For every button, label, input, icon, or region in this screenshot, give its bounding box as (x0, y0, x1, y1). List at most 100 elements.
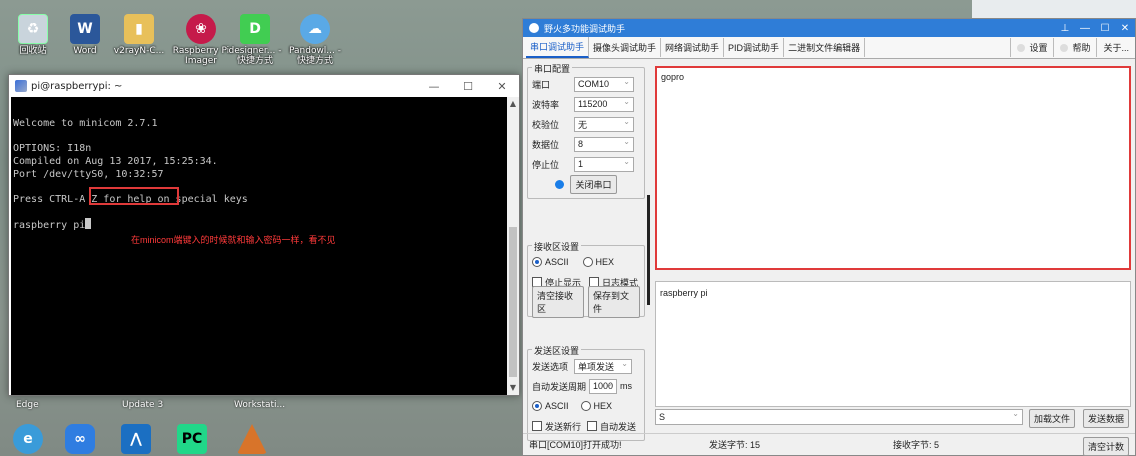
raspberry-pi-icon: ❀ (186, 14, 216, 44)
scrollbar-thumb[interactable] (509, 227, 517, 377)
desktop-icon-pandownload[interactable]: ☁ Pandowl... - 快捷方式 (284, 14, 346, 66)
app-title-bar[interactable]: 野火多功能调试助手 ⊥ — ☐ ✕ (523, 19, 1135, 37)
terminal-line-options: OPTIONS: I18n (13, 143, 92, 154)
receive-actions-row: 清空接收区 保存到文件 (532, 286, 640, 318)
send-option-select[interactable]: 单项发送 (574, 358, 632, 374)
receive-ascii-label: ASCII (545, 257, 569, 267)
send-data-button[interactable]: 发送数据 (1083, 409, 1130, 428)
settings-button[interactable]: 设置 (1010, 38, 1053, 57)
clear-count-button[interactable]: 清空计数 (1082, 437, 1129, 456)
desktop-icon-label: Word (73, 46, 97, 56)
port-label: 端口 (532, 79, 551, 90)
about-button[interactable]: 关于... (1096, 38, 1135, 57)
desktop-label-workstation[interactable]: Workstati... (234, 400, 285, 410)
desktop-label-edge[interactable]: Edge (16, 400, 39, 410)
terminal-scrollbar[interactable]: ▲ ▼ (507, 97, 519, 395)
terminal-line-help: Press CTRL-A Z for help on special keys (13, 194, 248, 205)
clear-receive-button[interactable]: 清空接收区 (532, 286, 584, 318)
pin-button[interactable]: ⊥ (1055, 23, 1075, 34)
top-strip (0, 0, 520, 8)
putty-title-bar[interactable]: pi@raspberrypi: ~ — ☐ ✕ (9, 75, 519, 97)
stopbits-label: 停止位 (532, 159, 560, 170)
taskbar-item-pycharm[interactable]: PC (172, 424, 212, 456)
tab-pid[interactable]: PID调试助手 (724, 38, 785, 57)
receive-area[interactable]: gopro (655, 66, 1131, 270)
tab-camera[interactable]: 摄像头调试助手 (589, 38, 662, 57)
pycharm-icon: PC (177, 424, 207, 454)
desktop-icon-raspberry-pi-imager[interactable]: ❀ Raspberry Pi Imager (170, 14, 232, 66)
send-area[interactable]: raspberry pi (655, 281, 1131, 407)
minimize-button[interactable]: — (1075, 23, 1095, 34)
send-hex-label: HEX (593, 401, 613, 411)
databits-select[interactable]: 8 (574, 136, 634, 152)
send-history-input[interactable]: S (655, 409, 1023, 425)
send-option-label: 发送选项 (532, 361, 569, 372)
close-button[interactable]: ✕ (1115, 23, 1135, 34)
taskbar-item-baidu[interactable]: ∞ (60, 424, 100, 456)
baud-label: 波特率 (532, 99, 560, 110)
panel-splitter[interactable] (647, 195, 650, 305)
sent-bytes: 发送字节: 15 (709, 440, 761, 450)
minimize-button[interactable]: — (417, 80, 451, 93)
load-file-button[interactable]: 加载文件 (1029, 409, 1076, 428)
send-config-title: 发送区设置 (532, 344, 582, 357)
close-port-button[interactable]: 关闭串口 (570, 174, 617, 194)
help-icon (1060, 43, 1069, 52)
tab-serial[interactable]: 串口调试助手 (526, 37, 590, 58)
close-port-row: 关闭串口 (532, 174, 640, 194)
taskbar-item-workstation[interactable]: ⋀ (116, 424, 156, 456)
taskbar-item-edge[interactable]: e (8, 424, 48, 456)
save-to-file-button[interactable]: 保存到文件 (588, 286, 640, 318)
terminal-line-welcome: Welcome to minicom 2.7.1 (13, 118, 158, 129)
auto-send-checkbox[interactable] (587, 421, 598, 431)
qt-designer-icon: D (240, 14, 270, 44)
stopbits-row: 停止位 1 (532, 154, 640, 174)
receive-encoding-row: ASCII HEX (532, 252, 640, 272)
annotation-text: 在minicom端键入的时候就和输入密码一样，看不见 (131, 235, 336, 245)
folder-icon: ▮ (124, 14, 154, 44)
workstation-icon: ⋀ (121, 424, 151, 454)
status-message: 串口[COM10]打开成功! (529, 440, 622, 450)
interval-label: 自动发送周期 (532, 381, 587, 392)
interval-row: 自动发送周期1000ms (532, 376, 640, 396)
maximize-button[interactable]: ☐ (1095, 23, 1115, 34)
app-title: 野火多功能调试助手 (544, 23, 626, 34)
desktop-icon-word[interactable]: W Word (54, 14, 116, 56)
parity-row: 校验位 无 (532, 114, 640, 134)
auto-send-label: 自动发送 (600, 421, 637, 432)
interval-input[interactable]: 1000 (589, 378, 618, 394)
desktop-icon-label: designer... - 快捷方式 (228, 46, 282, 66)
tab-binary-editor[interactable]: 二进制文件编辑器 (784, 38, 866, 57)
desktop-icon-v2rayn[interactable]: ▮ v2rayN-C... (108, 14, 170, 56)
putty-window[interactable]: pi@raspberrypi: ~ — ☐ ✕ Welcome to minic… (8, 74, 520, 396)
maximize-button[interactable]: ☐ (451, 80, 485, 93)
gear-icon (1017, 43, 1026, 52)
newline-checkbox[interactable] (532, 421, 542, 431)
port-select[interactable]: COM10 (574, 76, 634, 92)
taskbar-item-matlab[interactable] (232, 424, 272, 456)
terminal-output[interactable]: Welcome to minicom 2.7.1 OPTIONS: I18n Com… (11, 97, 507, 395)
databits-row: 数据位 8 (532, 134, 640, 154)
scroll-down-icon[interactable]: ▼ (507, 381, 519, 395)
receive-ascii-radio[interactable] (532, 257, 542, 267)
send-ascii-radio[interactable] (532, 401, 542, 411)
receive-hex-radio[interactable] (582, 257, 593, 267)
databits-label: 数据位 (532, 139, 560, 150)
desktop-label-update[interactable]: Update 3 (122, 400, 163, 410)
baud-select[interactable]: 115200 (574, 96, 634, 112)
desktop-icon-label: v2rayN-C... (113, 46, 165, 56)
help-button[interactable]: 帮助 (1053, 38, 1096, 57)
parity-select[interactable]: 无 (574, 116, 634, 132)
send-encoding-row: ASCII HEX (532, 396, 640, 416)
serial-debug-window[interactable]: 野火多功能调试助手 ⊥ — ☐ ✕ 串口调试助手 摄像头调试助手 网络调试助手 … (522, 18, 1136, 456)
tab-network[interactable]: 网络调试助手 (661, 38, 725, 57)
desktop-icon-designer[interactable]: D designer... - 快捷方式 (224, 14, 286, 66)
terminal-line-port: Port /dev/ttyS0, 10:32:57 (13, 169, 164, 180)
send-hex-radio[interactable] (580, 401, 591, 411)
scroll-up-icon[interactable]: ▲ (507, 97, 519, 111)
close-button[interactable]: ✕ (485, 80, 519, 93)
newline-label: 发送新行 (545, 421, 582, 432)
receive-hex-label: HEX (595, 257, 615, 267)
stopbits-select[interactable]: 1 (574, 156, 634, 172)
received-bytes: 接收字节: 5 (893, 440, 940, 450)
